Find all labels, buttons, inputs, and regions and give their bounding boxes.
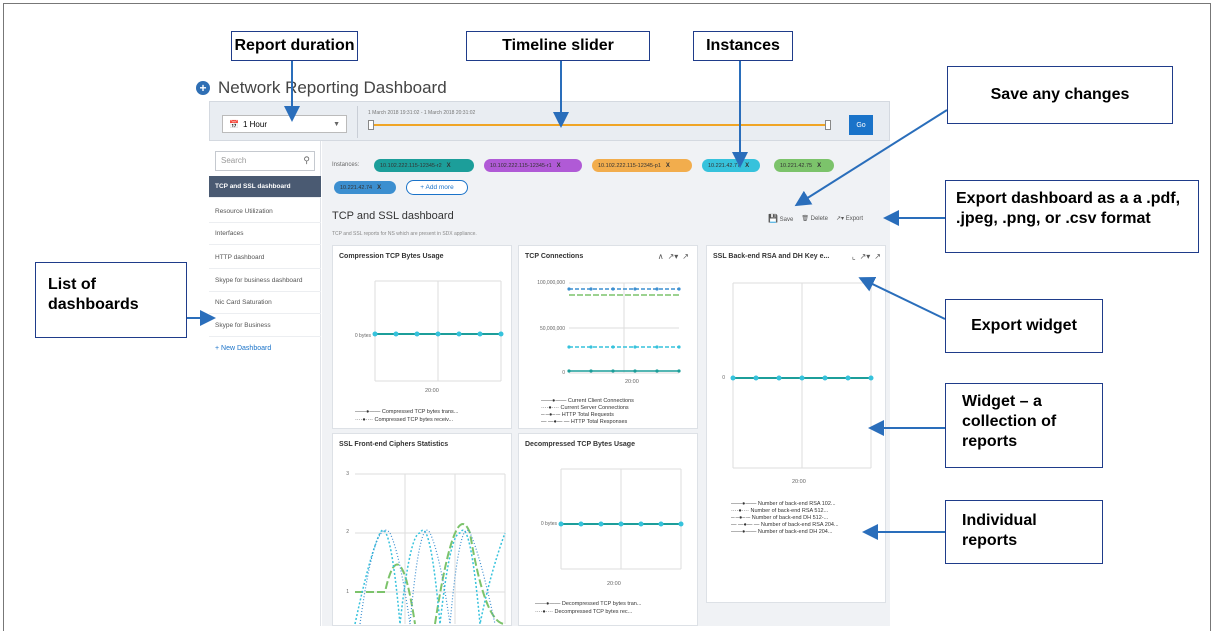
callout-list-of-dashboards: List of dashboards <box>35 262 187 338</box>
callout-export-dashboard: Export dashboard as a a .pdf, .jpeg, .pn… <box>945 180 1199 253</box>
callout-timeline-slider: Timeline slider <box>466 31 650 61</box>
callout-instances: Instances <box>693 31 793 61</box>
callout-individual-reports: Individual reports <box>945 500 1103 564</box>
callout-export-widget: Export widget <box>945 299 1103 353</box>
callout-save-changes: Save any changes <box>947 66 1173 124</box>
callout-report-duration: Report duration <box>231 31 358 61</box>
callout-widget: Widget – a collection of reports <box>945 383 1103 468</box>
